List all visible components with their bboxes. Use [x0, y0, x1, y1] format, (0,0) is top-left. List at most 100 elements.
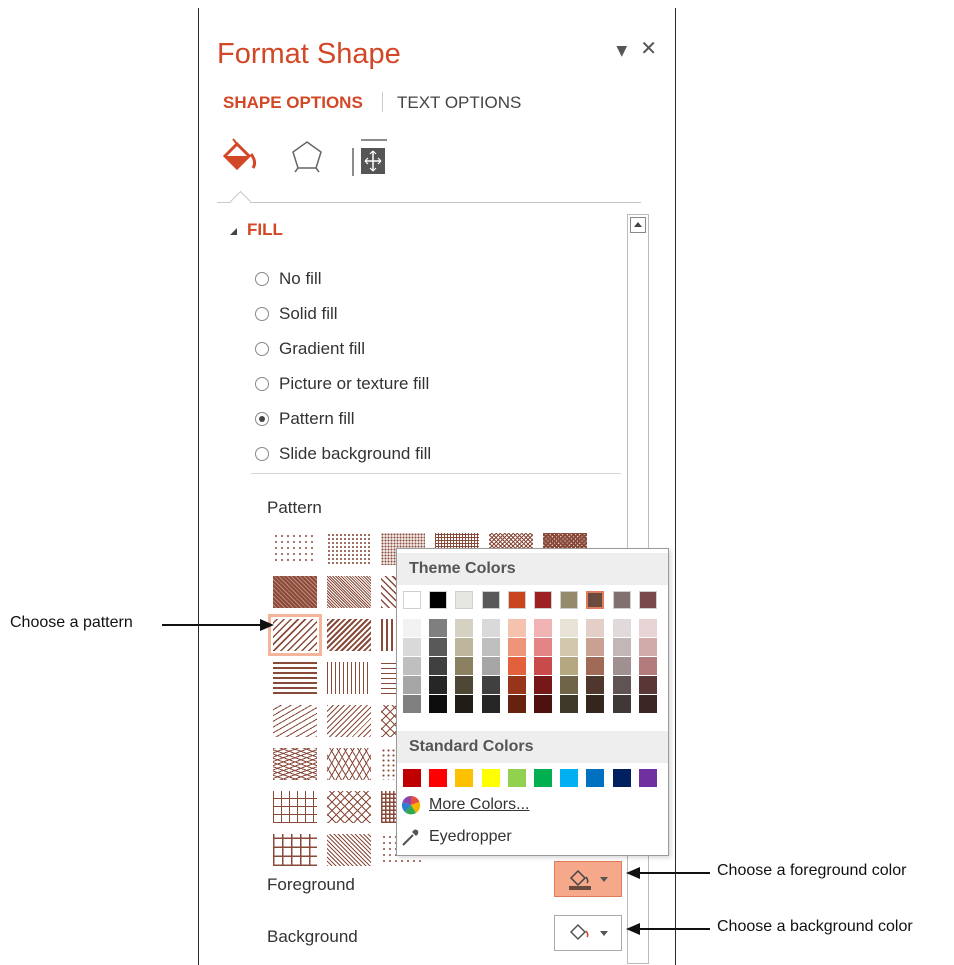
theme-color-swatch[interactable] [612, 591, 631, 609]
scroll-up-arrow-icon[interactable] [630, 217, 646, 233]
theme-shade-swatch[interactable] [586, 657, 605, 675]
radio-picture-fill[interactable]: Picture or texture fill [255, 366, 431, 401]
pattern-swatch[interactable] [327, 705, 371, 737]
theme-shade-swatch[interactable] [507, 638, 526, 656]
theme-shade-swatch[interactable] [403, 676, 421, 694]
standard-color-swatch[interactable] [534, 769, 552, 787]
theme-shade-swatch[interactable] [507, 657, 526, 675]
theme-shade-swatch[interactable] [481, 657, 500, 675]
theme-color-swatch[interactable] [534, 591, 552, 609]
theme-shade-swatch[interactable] [612, 619, 631, 637]
pattern-swatch[interactable] [273, 662, 317, 694]
pattern-swatch[interactable] [273, 791, 317, 823]
foreground-color-button[interactable] [554, 861, 622, 897]
theme-shade-swatch[interactable] [403, 638, 421, 656]
theme-shade-swatch[interactable] [403, 695, 421, 713]
pattern-swatch[interactable] [273, 533, 317, 565]
theme-shade-swatch[interactable] [612, 657, 631, 675]
theme-shade-swatch[interactable] [429, 619, 448, 637]
theme-color-swatch[interactable] [481, 591, 500, 609]
theme-shade-swatch[interactable] [481, 638, 500, 656]
theme-shade-swatch[interactable] [455, 676, 474, 694]
standard-color-swatch[interactable] [560, 769, 579, 787]
pane-options-dropdown-icon[interactable]: ▼ [616, 43, 627, 59]
theme-color-swatch[interactable] [638, 591, 657, 609]
pattern-swatch[interactable] [327, 576, 371, 608]
pattern-swatch[interactable] [273, 834, 317, 866]
tab-text-options[interactable]: TEXT OPTIONS [397, 93, 521, 112]
theme-shade-swatch[interactable] [481, 676, 500, 694]
theme-shade-swatch[interactable] [638, 638, 657, 656]
theme-color-swatch[interactable] [560, 591, 579, 609]
theme-shade-swatch[interactable] [481, 619, 500, 637]
theme-color-swatch[interactable] [507, 591, 526, 609]
theme-shade-swatch[interactable] [534, 638, 552, 656]
radio-no-fill[interactable]: No fill [255, 261, 431, 296]
theme-shade-swatch[interactable] [429, 657, 448, 675]
collapse-triangle-icon[interactable] [229, 227, 239, 237]
theme-shade-swatch[interactable] [534, 657, 552, 675]
more-colors-item[interactable]: More Colors... [401, 795, 529, 815]
theme-color-swatch[interactable] [429, 591, 448, 609]
theme-shade-swatch[interactable] [612, 676, 631, 694]
theme-shade-swatch[interactable] [429, 676, 448, 694]
pentagon-icon[interactable] [289, 138, 325, 178]
radio-button[interactable] [255, 271, 269, 286]
theme-shade-swatch[interactable] [534, 676, 552, 694]
theme-shade-swatch[interactable] [638, 695, 657, 713]
theme-shade-swatch[interactable] [534, 619, 552, 637]
radio-pattern-fill[interactable]: Pattern fill [255, 401, 431, 436]
theme-shade-swatch[interactable] [586, 676, 605, 694]
theme-shade-swatch[interactable] [507, 676, 526, 694]
radio-button[interactable] [255, 376, 269, 391]
theme-shade-swatch[interactable] [638, 676, 657, 694]
theme-shade-swatch[interactable] [481, 695, 500, 713]
radio-button[interactable] [255, 446, 269, 461]
standard-color-swatch[interactable] [429, 769, 448, 787]
pattern-swatch[interactable] [273, 576, 317, 608]
theme-shade-swatch[interactable] [612, 638, 631, 656]
theme-shade-swatch[interactable] [586, 638, 605, 656]
background-color-button[interactable] [554, 915, 622, 951]
eyedropper-item[interactable]: Eyedropper [401, 827, 512, 847]
theme-shade-swatch[interactable] [507, 695, 526, 713]
theme-shade-swatch[interactable] [534, 695, 552, 713]
radio-gradient-fill[interactable]: Gradient fill [255, 331, 431, 366]
theme-shade-swatch[interactable] [560, 619, 579, 637]
theme-shade-swatch[interactable] [638, 657, 657, 675]
theme-shade-swatch[interactable] [586, 619, 605, 637]
theme-shade-swatch[interactable] [429, 638, 448, 656]
theme-shade-swatch[interactable] [455, 619, 474, 637]
theme-shade-swatch[interactable] [403, 657, 421, 675]
standard-color-swatch[interactable] [612, 769, 631, 787]
standard-color-swatch[interactable] [455, 769, 474, 787]
radio-button-selected[interactable] [255, 411, 269, 426]
theme-shade-swatch[interactable] [560, 695, 579, 713]
radio-slide-background-fill[interactable]: Slide background fill [255, 436, 431, 471]
pattern-swatch[interactable] [327, 748, 371, 780]
size-properties-icon[interactable] [351, 138, 391, 182]
theme-shade-swatch[interactable] [638, 619, 657, 637]
theme-shade-swatch[interactable] [455, 657, 474, 675]
theme-shade-swatch[interactable] [403, 619, 421, 637]
standard-color-swatch[interactable] [507, 769, 526, 787]
pattern-swatch[interactable] [273, 705, 317, 737]
standard-color-swatch[interactable] [586, 769, 605, 787]
close-icon[interactable]: ✕ [640, 36, 657, 60]
radio-solid-fill[interactable]: Solid fill [255, 296, 431, 331]
radio-button[interactable] [255, 306, 269, 321]
theme-shade-swatch[interactable] [455, 638, 474, 656]
pattern-swatch[interactable] [327, 834, 371, 866]
theme-shade-swatch[interactable] [455, 695, 474, 713]
standard-color-swatch[interactable] [403, 769, 421, 787]
fill-section-header[interactable]: FILL [247, 220, 283, 240]
pattern-swatch[interactable] [327, 791, 371, 823]
theme-shade-swatch[interactable] [586, 695, 605, 713]
pattern-swatch[interactable] [273, 748, 317, 780]
pattern-swatch[interactable] [327, 619, 371, 651]
theme-shade-swatch[interactable] [560, 638, 579, 656]
radio-button[interactable] [255, 341, 269, 356]
theme-shade-swatch[interactable] [612, 695, 631, 713]
standard-color-swatch[interactable] [481, 769, 500, 787]
pattern-swatch[interactable] [327, 533, 371, 565]
